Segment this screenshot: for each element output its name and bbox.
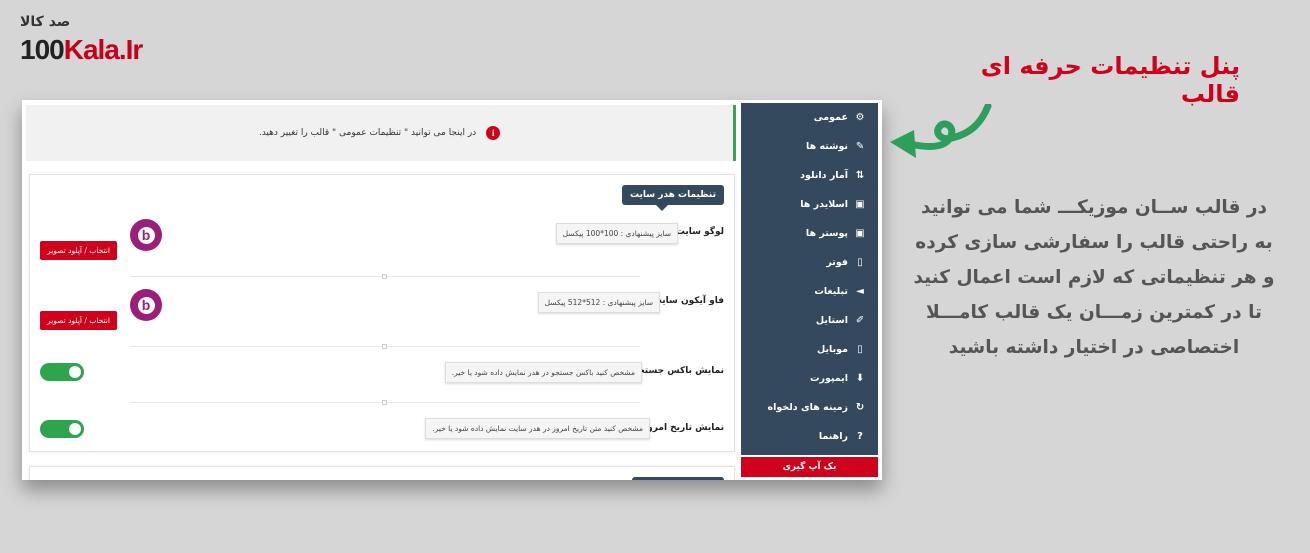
sidebar-item-label: زمینه های دلخواه <box>767 402 848 413</box>
sidebar-item[interactable]: ? راهنما <box>741 422 878 451</box>
sort-icon: ⇅ <box>855 170 865 181</box>
next-settings-panel <box>29 466 735 480</box>
today-date-toggle[interactable] <box>40 420 84 438</box>
description-line: و هر تنظیماتی که لازم است اعمال کنید <box>913 267 1275 288</box>
sidebar-item-label: پوستر ها <box>805 228 848 239</box>
cogs-icon: ⚙ <box>855 112 865 123</box>
sidebar-item[interactable]: ✐ استایل <box>741 306 878 335</box>
image-icon: ▣ <box>855 199 865 210</box>
sidebar-item[interactable]: ⬇ ایمپورت <box>741 364 878 393</box>
sidebar-item[interactable]: ▯ موبایل <box>741 335 878 364</box>
edit-icon: ✎ <box>855 141 865 152</box>
sidebar-item-label: آمار دانلود <box>800 170 848 181</box>
header-settings-panel: تنظیمات هدر سایت لوگو سایت : سایز پیشنها… <box>29 174 735 452</box>
today-date-hint: مشخص کنید متن تاریخ امروز در هدر سایت نم… <box>425 418 650 439</box>
description-line: اختصاصی در اختیار داشته باشید <box>948 337 1240 358</box>
beats-logo-icon: b <box>137 296 155 314</box>
logo-prefix: 100 <box>20 34 65 65</box>
bullhorn-icon: ◄ <box>856 286 864 297</box>
sidebar-item[interactable]: ◄ تبلیغات <box>741 277 878 306</box>
backup-button[interactable]: بک آپ گیری <box>741 457 878 477</box>
sidebar-item-label: عمومی <box>813 112 848 123</box>
divider <box>130 274 640 279</box>
favicon-hint: سایز پیشنهادی : 512*512 پیکسل <box>537 292 660 313</box>
sidebar-item[interactable]: ⚙ عمومی <box>741 103 878 132</box>
logo-brand: Kala.Ir <box>63 34 144 65</box>
description-line: تا در کمترین زمـــان یک قالب کامـــلا <box>926 302 1262 323</box>
sidebar-item-label: موبایل <box>816 344 848 355</box>
brush-icon: ✐ <box>855 315 865 326</box>
sidebar-item[interactable]: ↻ زمینه های دلخواه <box>741 393 878 422</box>
site-logo: صد کالا 100Kala.Ir <box>18 14 168 66</box>
download-icon: ⬇ <box>855 373 865 384</box>
sidebar-item-label: استایل <box>815 315 848 326</box>
help-icon: ? <box>857 431 863 442</box>
curved-arrow-icon <box>890 104 992 158</box>
search-box-hint: مشخص کنید باکس جستجو در هدر نمایش داده ش… <box>444 362 642 383</box>
sidebar-item[interactable]: ▣ اسلایدر ها <box>741 190 878 219</box>
divider <box>130 344 640 349</box>
description: در قالب ســان موزیکـــ شما می توانید به … <box>905 190 1283 365</box>
admin-panel-screenshot: ⚙ عمومی ✎ نوشته ها ⇅ آمار دانلود ▣ اسلایدر ها ▣ پ… <box>22 100 882 480</box>
sidebar-item-label: راهنما <box>818 431 848 442</box>
sidebar-item[interactable]: ✎ نوشته ها <box>741 132 878 161</box>
sidebar-item-label: ایمپورت <box>809 373 848 384</box>
divider <box>130 400 640 405</box>
settings-sidebar: ⚙ عمومی ✎ نوشته ها ⇅ آمار دانلود ▣ اسلایدر ها ▣ پ… <box>741 103 878 455</box>
panel-title: تنظیمات هدر سایت <box>622 185 724 211</box>
mobile-icon: ▯ <box>857 344 863 355</box>
notice-bar: i در اینجا می توانید " تنظیمات عمومی " ق… <box>26 105 736 161</box>
sidebar-item[interactable]: ▯ فوتر <box>741 248 878 277</box>
sidebar-item-label: نوشته ها <box>806 141 848 152</box>
sidebar-item[interactable]: ⇅ آمار دانلود <box>741 161 878 190</box>
headline: پنل تنظیمات حرفه ای قالب <box>980 52 1240 108</box>
logo-preview-image: b <box>130 219 162 251</box>
sidebar-item-label: فوتر <box>826 257 848 268</box>
info-icon: i <box>486 126 501 140</box>
beats-logo-icon: b <box>137 226 155 244</box>
search-box-toggle[interactable] <box>40 363 84 381</box>
logo-persian-text: صد کالا <box>20 14 71 30</box>
mobile-icon: ▯ <box>857 257 863 268</box>
logo-hint: سایز پیشنهادی : 100*100 پیکسل <box>555 223 678 244</box>
logo-upload-button[interactable]: انتخاب / آپلود تصویر <box>40 241 117 260</box>
description-line: در قالب ســان موزیکـــ شما می توانید <box>920 197 1268 218</box>
refresh-icon: ↻ <box>855 402 865 413</box>
sidebar-item[interactable]: ▣ پوستر ها <box>741 219 878 248</box>
panel-title-tab <box>632 477 724 480</box>
favicon-upload-button[interactable]: انتخاب / آپلود تصویر <box>40 311 117 330</box>
notice-text: در اینجا می توانید " تنظیمات عمومی " قال… <box>258 128 477 138</box>
favicon-preview-image: b <box>130 289 162 321</box>
sidebar-item-label: تبلیغات <box>814 286 848 297</box>
image-icon: ▣ <box>855 228 865 239</box>
logo-text: 100Kala.Ir <box>20 34 144 66</box>
description-line: به راحتی قالب را سفارشی سازی کرده <box>915 232 1273 253</box>
sidebar-item-label: اسلایدر ها <box>800 199 848 210</box>
